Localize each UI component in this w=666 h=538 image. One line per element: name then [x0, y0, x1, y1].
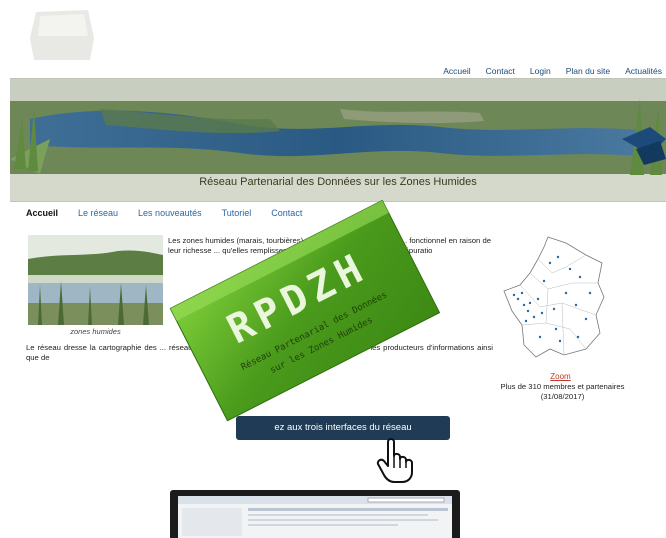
members-count: Plus de 310 membres et partenaires (31/0… [490, 382, 635, 401]
top-nav-sitemap[interactable]: Plan du site [566, 66, 610, 76]
hand-cursor-icon [376, 436, 416, 489]
nav-accueil[interactable]: Accueil [26, 208, 58, 218]
interface-preview-screen [178, 496, 452, 538]
france-members-map[interactable] [500, 233, 610, 363]
photo-caption: zones humides [70, 327, 121, 336]
top-nav-contact[interactable]: Contact [486, 66, 515, 76]
interface-preview-monitor [170, 490, 460, 538]
nav-reseau[interactable]: Le réseau [78, 208, 118, 218]
map-zoom-link[interactable]: Zoom [498, 372, 623, 381]
header-banner: Réseau Partenarial des Données sur les Z… [10, 78, 666, 202]
top-nav-accueil[interactable]: Accueil [443, 66, 470, 76]
rpdzh-overlay-card: RPDZH Réseau Partenarial des Données sur… [162, 186, 447, 436]
top-nav: Accueil Contact Login Plan du site Actua… [443, 66, 662, 76]
top-nav-news[interactable]: Actualités [625, 66, 662, 76]
members-date: (31/08/2017) [540, 391, 585, 401]
wetland-photo [28, 235, 163, 325]
members-count-text: Plus de 310 membres et partenaires [500, 382, 625, 391]
top-nav-login[interactable]: Login [530, 66, 551, 76]
site-logo[interactable] [30, 8, 96, 62]
